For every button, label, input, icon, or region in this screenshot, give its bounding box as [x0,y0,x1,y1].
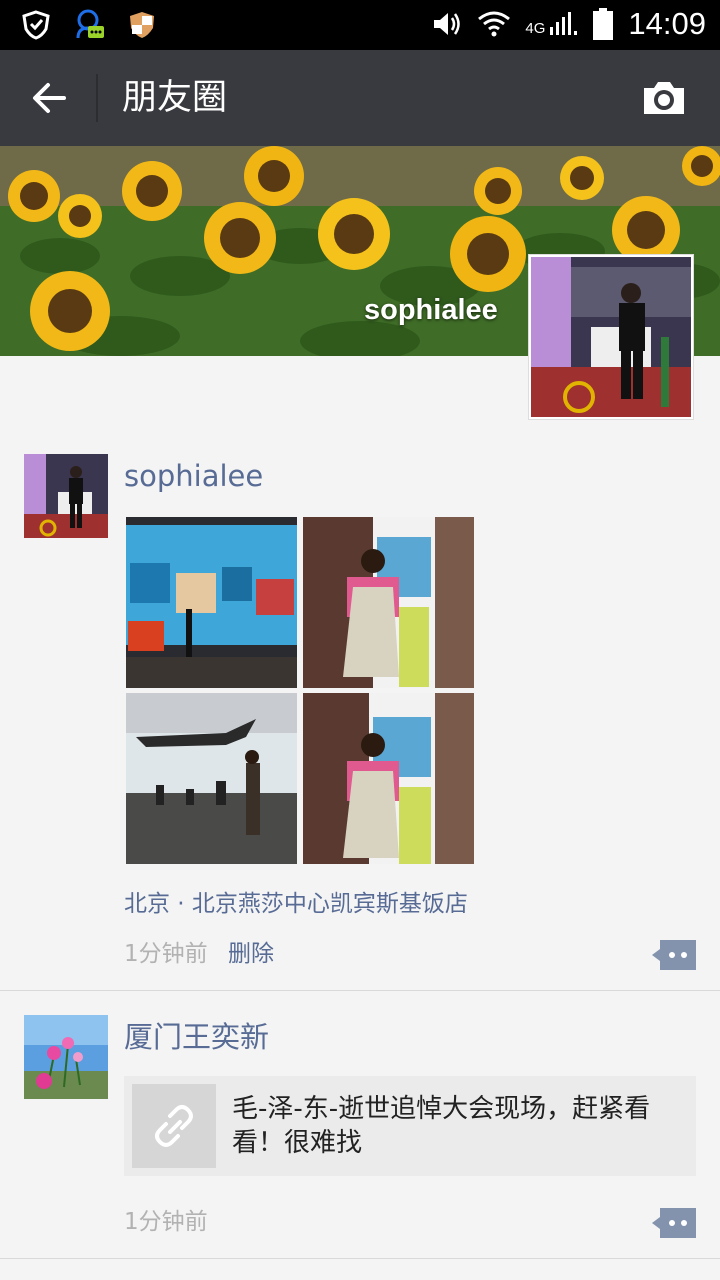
post-divider [0,1258,720,1259]
post-author-name[interactable]: 厦门王奕新 [124,1017,269,1057]
page-title: 朋友圈 [122,78,228,118]
post-photo[interactable] [303,693,474,864]
signal-icon [550,12,578,35]
network-type-label: 4G [525,20,546,37]
title-bar: 朋友圈 [0,50,720,146]
post-photo[interactable] [303,517,474,688]
post-divider [0,990,720,991]
post-author-avatar[interactable] [24,1015,108,1099]
security-badge-icon [130,12,154,38]
link-title: 毛-泽-东-逝世追悼大会现场，赶紧看看！很难找 [232,1094,651,1158]
chat-assistant-icon [76,9,104,39]
wifi-icon [478,11,511,37]
title-divider [96,74,98,122]
cover-avatar[interactable] [528,254,694,420]
avatar-flower-image [24,1015,108,1099]
comment-dots-icon[interactable] [652,1208,696,1238]
avatar-image [24,454,108,538]
post-photo[interactable] [126,517,297,688]
volume-icon [434,13,461,35]
dubai-banner-photo [303,517,474,688]
comment-dots-icon[interactable] [652,940,696,970]
post-photo[interactable] [126,693,297,864]
delete-button[interactable]: 删除 [228,934,274,968]
shared-link-card[interactable]: 毛-泽-东-逝世追悼大会现场，赶紧看看！很难找 [124,1076,696,1176]
battery-icon [593,8,614,40]
post-author-avatar[interactable] [24,454,108,538]
link-icon [155,1105,193,1147]
post-timestamp: 1分钟前 [124,1209,208,1235]
status-bar: 4G 14:09 [0,0,720,50]
status-left-icons [20,8,156,42]
status-right-icons: 4G 14:09 [431,6,706,42]
cruise-roadshow-photo [126,517,297,688]
link-thumbnail [132,1084,216,1168]
camera-icon[interactable] [640,78,688,118]
post-author-name[interactable]: sophialee [124,456,263,496]
shield-check-icon [22,10,50,40]
dubai-banner-photo-2 [303,693,474,864]
clock-time: 14:09 [628,6,706,41]
cover-user-name: sophialee [364,294,498,326]
back-arrow-icon[interactable] [28,78,68,118]
post-location[interactable]: 北京 · 北京燕莎中心凯宾斯基饭店 [124,884,468,918]
airport-terminal-photo [126,693,297,864]
cover-avatar-image [531,257,691,417]
post-timestamp: 1分钟前 [124,941,208,967]
